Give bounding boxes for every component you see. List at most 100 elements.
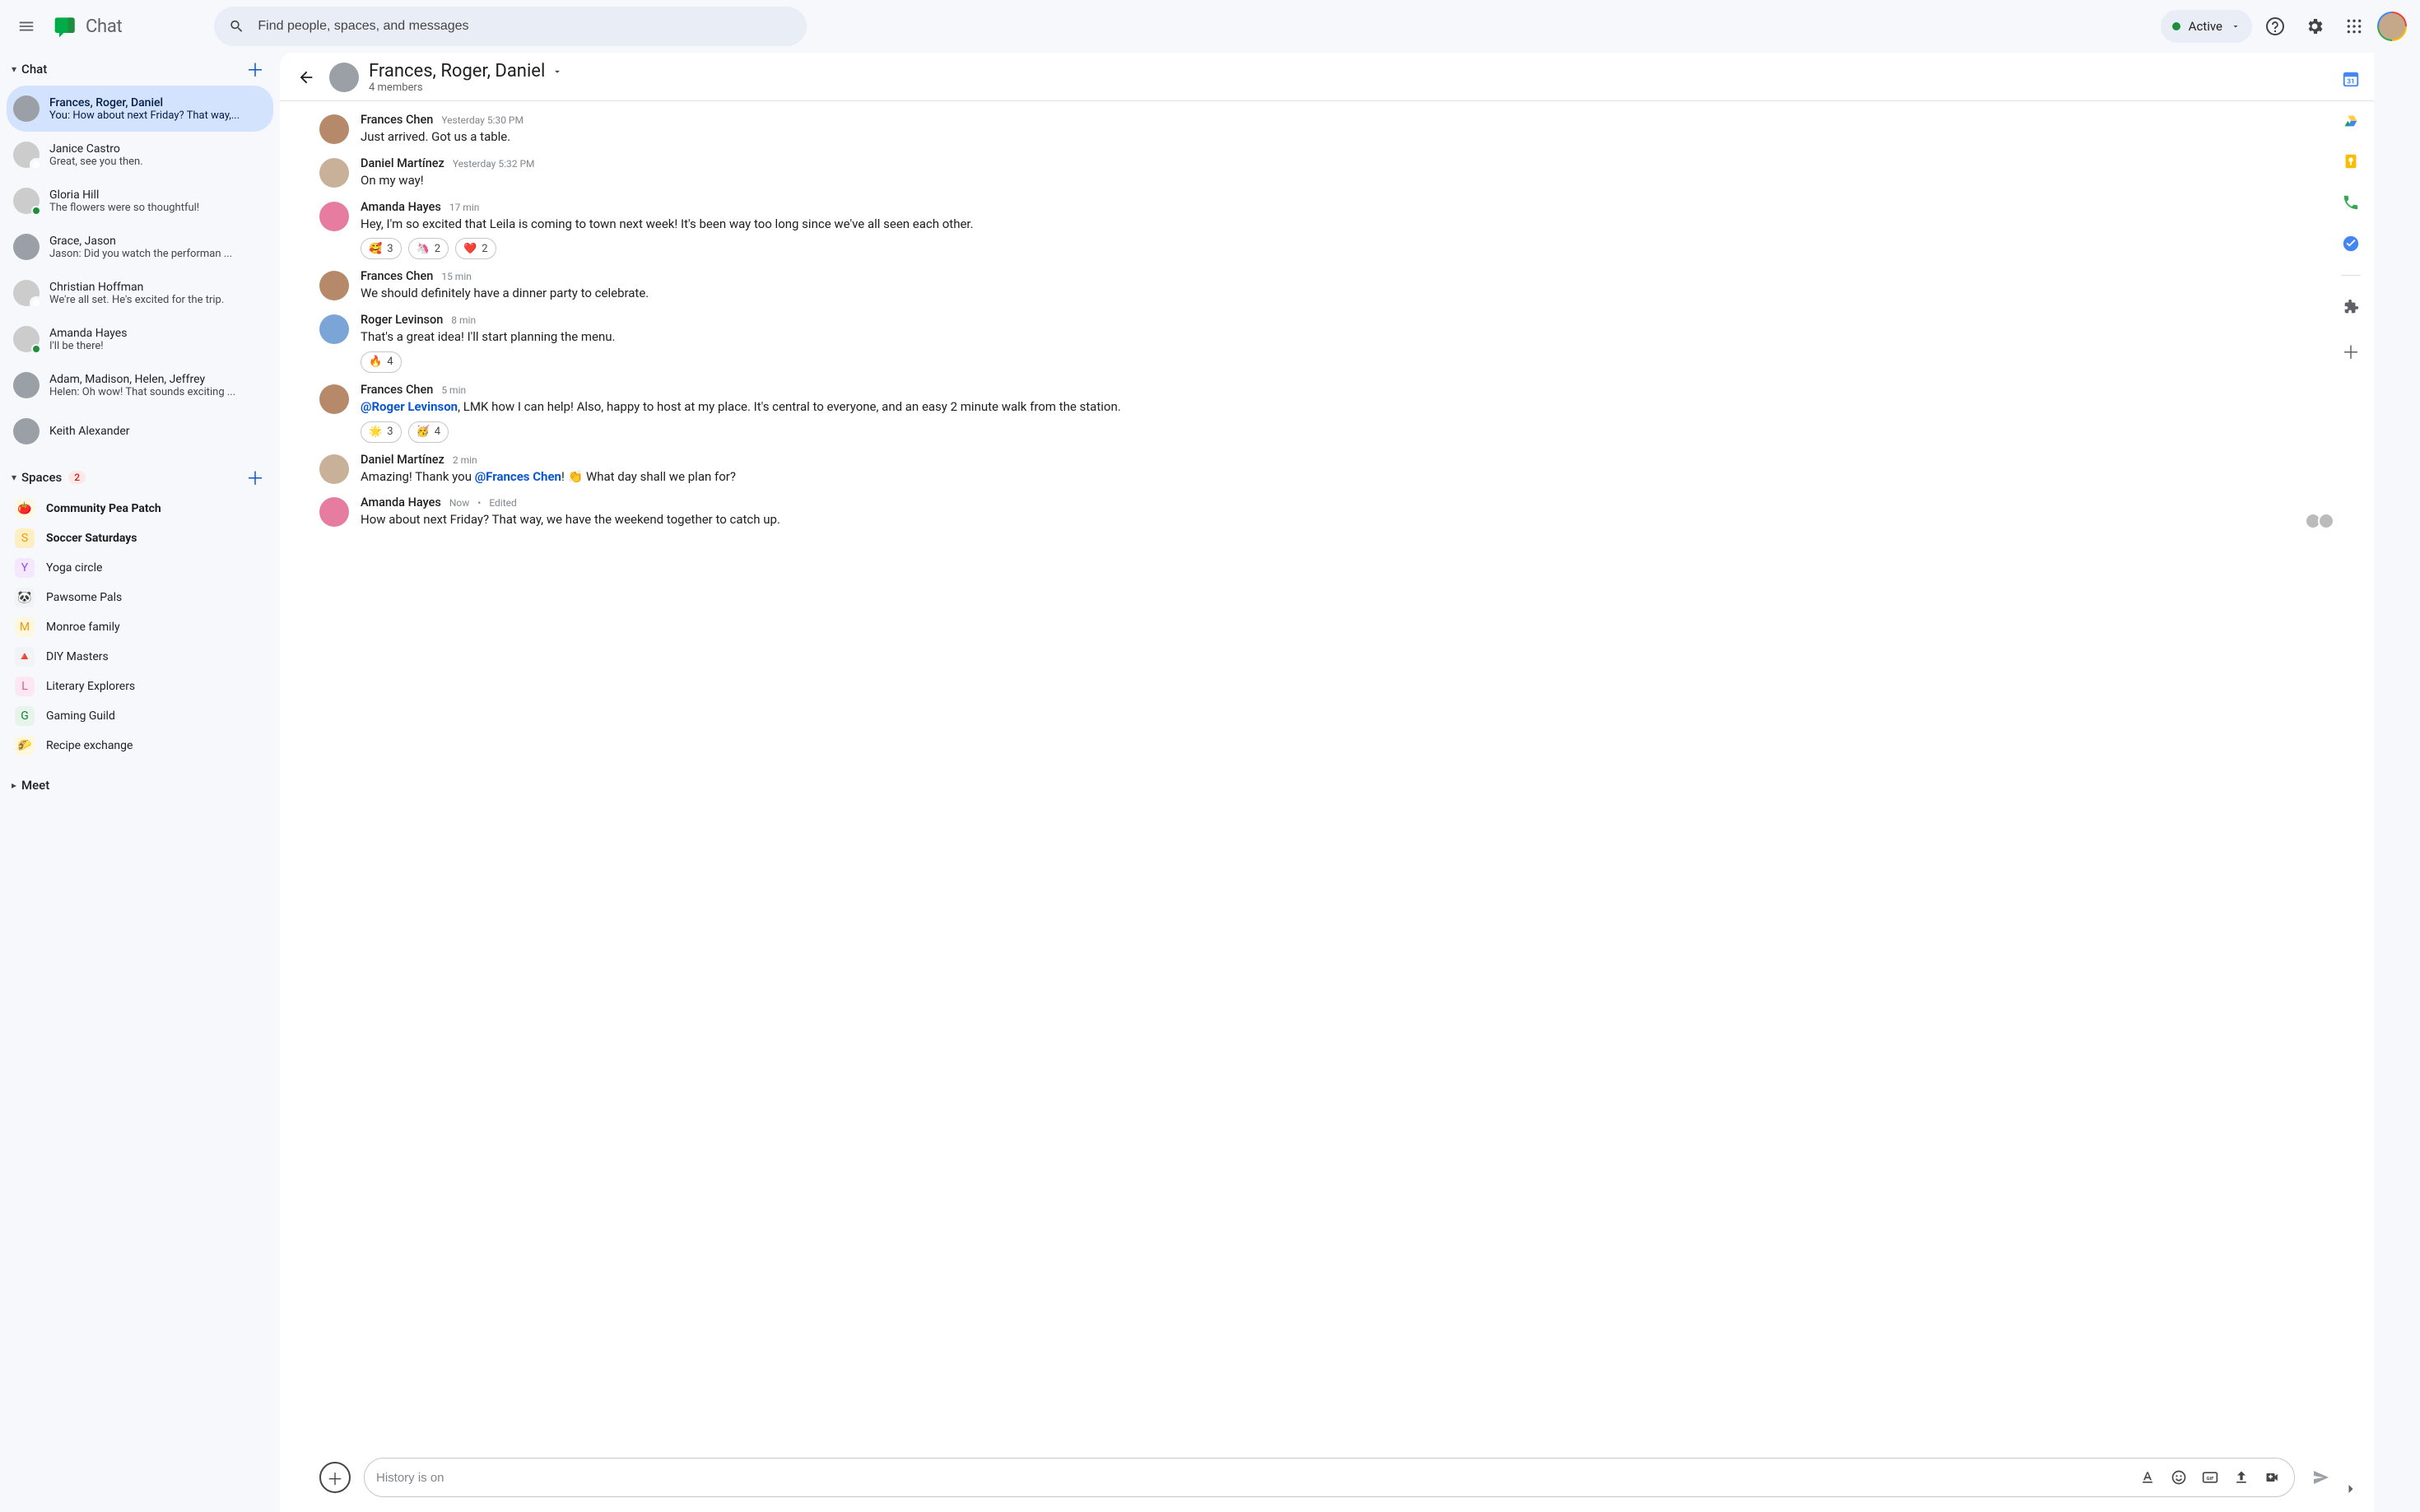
- sidebar: ▾ Chat ＋ Frances, Roger, DanielYou: How …: [0, 53, 280, 1512]
- message: Frances ChenYesterday 5:30 PMJust arrive…: [319, 108, 2334, 151]
- chevron-right-icon: [2343, 1481, 2359, 1497]
- mention[interactable]: @Roger Levinson: [361, 399, 458, 414]
- reaction-count: 4: [435, 426, 440, 438]
- message-author: Frances Chen: [361, 113, 433, 127]
- mention[interactable]: @Frances Chen: [475, 469, 561, 484]
- status-selector[interactable]: Active: [2161, 10, 2252, 43]
- space-list-item[interactable]: GGaming Guild: [7, 701, 273, 731]
- reaction-chip[interactable]: 🥰3: [361, 238, 402, 259]
- spaces-section-header[interactable]: ▾ Spaces 2 ＋: [7, 461, 273, 494]
- group-avatar-icon: [13, 372, 40, 398]
- collapse-side-panel-button[interactable]: [2338, 1476, 2364, 1502]
- chat-list-item[interactable]: Frances, Roger, DanielYou: How about nex…: [7, 86, 273, 132]
- addons-button[interactable]: [2341, 297, 2361, 317]
- spaces-section-label: Spaces: [21, 470, 62, 485]
- meet-section-header[interactable]: ▸ Meet: [7, 769, 273, 802]
- gear-icon: [2305, 16, 2325, 36]
- apps-grid-icon: [2346, 18, 2362, 35]
- calendar-app-button[interactable]: 31: [2341, 69, 2361, 89]
- message-author: Daniel Martínez: [361, 453, 444, 467]
- app-logo[interactable]: Chat: [53, 13, 142, 40]
- chat-list-item[interactable]: Janice CastroGreat, see you then.: [7, 132, 273, 178]
- space-list-item[interactable]: 🌮Recipe exchange: [7, 731, 273, 761]
- keep-app-button[interactable]: [2341, 151, 2361, 171]
- chat-logo-icon: [53, 13, 79, 40]
- gif-button[interactable]: GIF: [2200, 1468, 2220, 1487]
- search-bar[interactable]: [214, 7, 807, 46]
- account-avatar[interactable]: [2377, 12, 2407, 41]
- voice-app-button[interactable]: [2341, 193, 2361, 212]
- reactions-bar: 🔥4: [361, 351, 2334, 373]
- conversation-avatar: [329, 63, 359, 92]
- upload-icon: [2233, 1469, 2250, 1486]
- chat-list-item[interactable]: Amanda HayesI'll be there!: [7, 316, 273, 362]
- chat-list-item[interactable]: Grace, JasonJason: Did you watch the per…: [7, 224, 273, 270]
- space-list-item[interactable]: YYoga circle: [7, 553, 273, 583]
- space-list-item[interactable]: MMonroe family: [7, 612, 273, 642]
- conversation-title-button[interactable]: Frances, Roger, Daniel: [369, 61, 563, 81]
- format-button[interactable]: [2138, 1468, 2157, 1487]
- message-author: Frances Chen: [361, 269, 433, 283]
- reaction-count: 2: [435, 243, 440, 255]
- message-text: We should definitely have a dinner party…: [361, 285, 649, 303]
- chat-list-item[interactable]: Keith Alexander: [7, 408, 273, 454]
- message-author: Daniel Martínez: [361, 156, 444, 170]
- search-input[interactable]: [258, 19, 792, 34]
- chat-item-title: Grace, Jason: [49, 235, 263, 248]
- reaction-emoji: 🥳: [417, 426, 430, 438]
- composer-add-button[interactable]: ＋: [319, 1462, 351, 1493]
- main-menu-button[interactable]: [7, 7, 46, 46]
- meet-section-label: Meet: [21, 778, 49, 793]
- chat-item-preview: Great, see you then.: [49, 156, 263, 168]
- message-timestamp: 17 min: [449, 202, 480, 213]
- new-chat-button[interactable]: ＋: [244, 58, 267, 81]
- calendar-icon: 31: [2342, 70, 2360, 88]
- chat-item-title: Janice Castro: [49, 142, 263, 156]
- back-button[interactable]: [293, 64, 319, 91]
- help-button[interactable]: [2259, 10, 2292, 43]
- space-list-item[interactable]: 🐼Pawsome Pals: [7, 583, 273, 612]
- reaction-chip[interactable]: 🦄2: [408, 238, 449, 259]
- chat-list-item[interactable]: Christian HoffmanWe're all set. He's exc…: [7, 270, 273, 316]
- space-list-item[interactable]: 🔺DIY Masters: [7, 642, 273, 672]
- reaction-chip[interactable]: 🌟3: [361, 421, 402, 443]
- chat-list-item[interactable]: Adam, Madison, Helen, JeffreyHelen: Oh w…: [7, 362, 273, 408]
- message-author: Roger Levinson: [361, 313, 443, 327]
- space-list-item[interactable]: 🍅Community Pea Patch: [7, 494, 273, 523]
- puzzle-icon: [2342, 298, 2360, 316]
- reaction-chip[interactable]: 🥳4: [408, 421, 449, 443]
- user-avatar-icon: [13, 326, 40, 352]
- chat-list-item[interactable]: Gloria HillThe flowers were so thoughtfu…: [7, 178, 273, 224]
- space-icon: Y: [15, 558, 35, 578]
- reaction-emoji: 🔥: [369, 356, 382, 368]
- reaction-emoji: 🦄: [417, 243, 430, 255]
- message-timestamp: Now: [449, 497, 469, 509]
- reaction-chip[interactable]: ❤️2: [455, 238, 496, 259]
- tasks-app-button[interactable]: [2341, 234, 2361, 254]
- get-addons-button[interactable]: ＋: [2342, 338, 2360, 365]
- message-author: Amanda Hayes: [361, 200, 441, 214]
- google-apps-button[interactable]: [2338, 10, 2371, 43]
- upload-button[interactable]: [2232, 1468, 2251, 1487]
- app-name: Chat: [86, 16, 122, 37]
- message-text: Just arrived. Got us a table.: [361, 128, 510, 147]
- video-call-button[interactable]: [2263, 1468, 2283, 1487]
- settings-button[interactable]: [2298, 10, 2331, 43]
- message-avatar: [319, 497, 349, 527]
- drive-app-button[interactable]: [2341, 110, 2361, 130]
- space-icon: M: [15, 617, 35, 637]
- reaction-chip[interactable]: 🔥4: [361, 351, 402, 373]
- composer[interactable]: GIF: [364, 1458, 2295, 1497]
- chat-section-header[interactable]: ▾ Chat ＋: [7, 53, 273, 86]
- caret-right-icon: ▸: [12, 779, 16, 791]
- space-icon: G: [15, 706, 35, 726]
- reaction-count: 4: [387, 356, 393, 368]
- space-name: Community Pea Patch: [46, 502, 161, 515]
- space-list-item[interactable]: LLiterary Explorers: [7, 672, 273, 701]
- chat-item-preview: You: How about next Friday? That way,...: [49, 109, 263, 122]
- emoji-button[interactable]: [2169, 1468, 2189, 1487]
- space-list-item[interactable]: SSoccer Saturdays: [7, 523, 273, 553]
- new-space-button[interactable]: ＋: [244, 466, 267, 489]
- chat-item-preview: We're all set. He's excited for the trip…: [49, 294, 263, 306]
- composer-input[interactable]: [376, 1471, 2129, 1485]
